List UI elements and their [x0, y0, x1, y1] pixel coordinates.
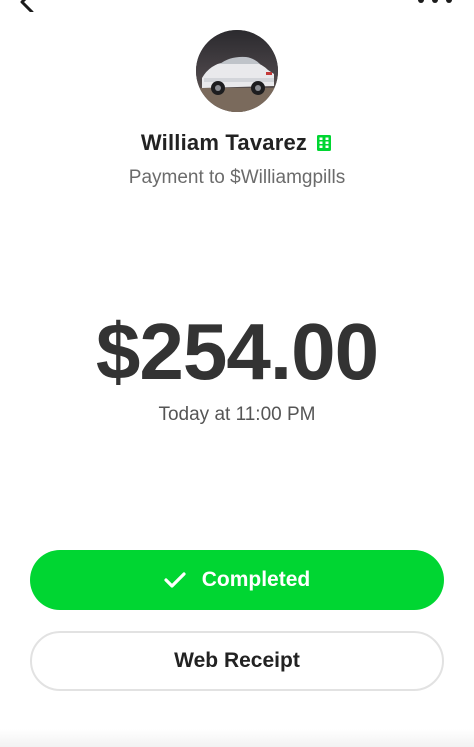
recipient-name-row: William Tavarez — [0, 130, 474, 156]
recipient-name: William Tavarez — [140, 130, 308, 155]
web-receipt-button[interactable]: Web Receipt — [30, 631, 444, 691]
payment-timestamp: Today at 11:00 PM — [158, 404, 316, 425]
payment-amount: $254.00 — [95, 307, 379, 396]
car-photo-avatar — [196, 30, 278, 112]
more-options-button[interactable] — [418, 0, 452, 6]
back-button[interactable] — [16, 0, 40, 14]
chevron-left-icon — [20, 0, 34, 14]
more-horizontal-icon — [418, 0, 424, 3]
business-building-icon — [317, 135, 332, 151]
checkmark-icon — [164, 572, 186, 588]
web-receipt-label: Web Receipt — [174, 649, 300, 672]
avatar[interactable] — [196, 30, 278, 112]
payment-detail-screen: William Tavarez Payment to $Williamgpill… — [0, 0, 474, 747]
bottom-divider — [0, 729, 474, 747]
completed-label: Completed — [201, 568, 311, 591]
completed-status-button[interactable]: Completed — [30, 550, 444, 610]
payment-subtitle: Payment to $Williamgpills — [128, 167, 346, 188]
